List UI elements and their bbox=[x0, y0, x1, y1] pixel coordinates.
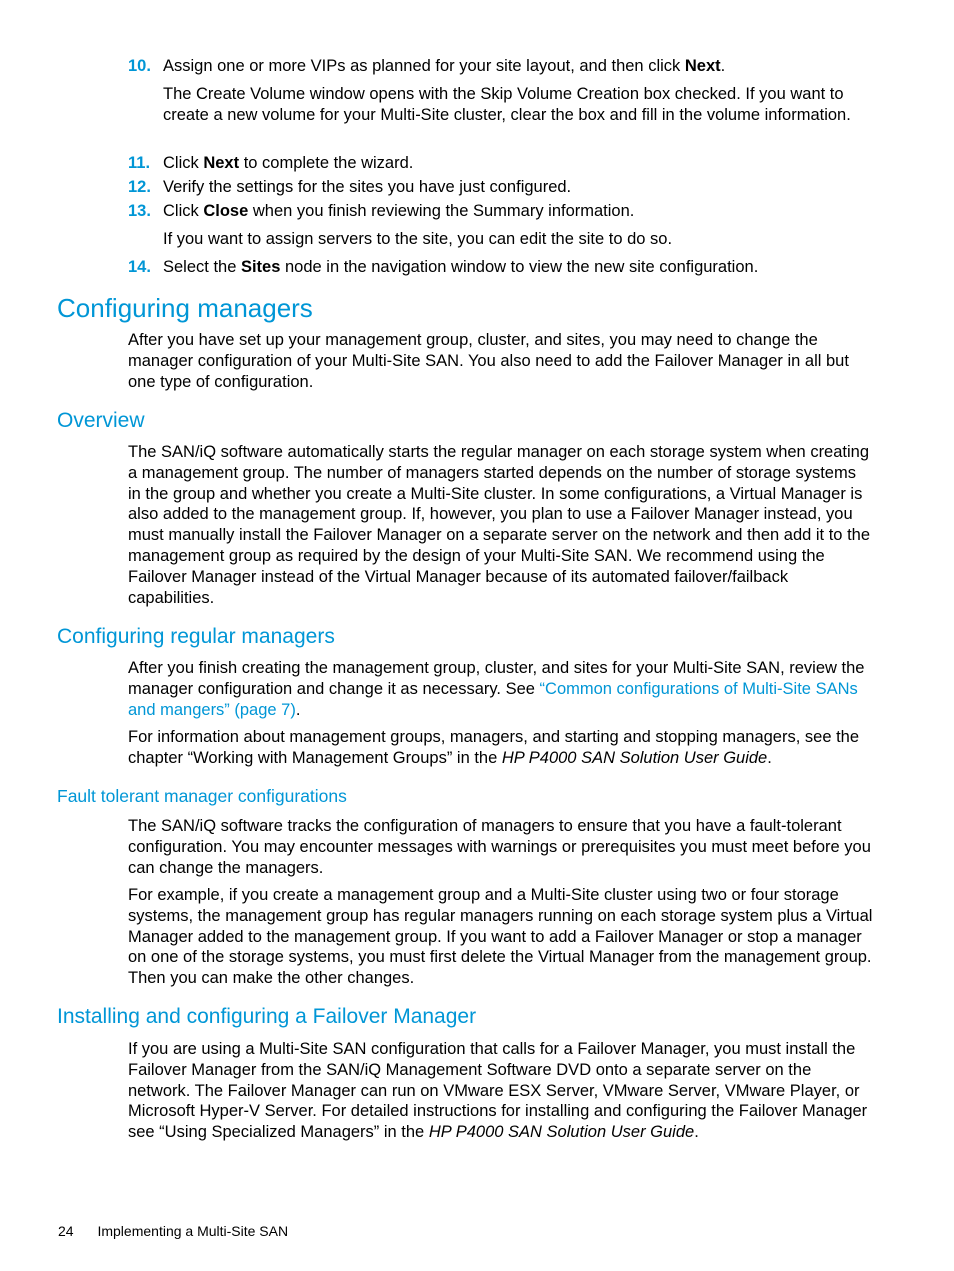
step-text-end: . bbox=[720, 57, 726, 75]
regular-managers-body-1: After you finish creating the management… bbox=[128, 658, 873, 720]
heading-configuring-managers: Configuring managers bbox=[57, 293, 313, 323]
configuring-managers-body: After you have set up your management gr… bbox=[128, 331, 849, 391]
step-text-end: to complete the wizard. bbox=[239, 154, 414, 172]
step-bold: Next bbox=[203, 154, 240, 172]
page-number: 24 bbox=[58, 1223, 74, 1239]
heading-configuring-regular-managers: Configuring regular managers bbox=[57, 625, 335, 648]
overview-body: The SAN/iQ software automatically starts… bbox=[128, 443, 871, 607]
heading-overview: Overview bbox=[57, 409, 145, 432]
step-text-end: when you finish reviewing the Summary in… bbox=[248, 202, 635, 220]
step-13: 13. Click Close when you finish reviewin… bbox=[128, 201, 868, 222]
step-text: Click bbox=[163, 154, 204, 172]
step-bold: Next bbox=[684, 57, 721, 75]
heading-installing-failover-manager: Installing and configuring a Failover Ma… bbox=[57, 1005, 477, 1028]
guide-title: HP P4000 SAN Solution User Guide bbox=[428, 1123, 695, 1142]
step-10-note: The Create Volume window opens with the … bbox=[163, 85, 851, 124]
body-text-end: . bbox=[295, 700, 301, 719]
step-text: Verify the settings for the sites you ha… bbox=[163, 178, 572, 196]
step-number: 10. bbox=[128, 57, 151, 75]
step-number: 14. bbox=[128, 258, 151, 276]
step-bold: Sites bbox=[240, 258, 281, 276]
step-text: Click bbox=[163, 202, 204, 220]
step-number: 12. bbox=[128, 178, 151, 196]
step-13-note: If you want to assign servers to the sit… bbox=[163, 230, 673, 248]
body-text-end: . bbox=[694, 1123, 699, 1142]
step-10: 10. Assign one or more VIPs as planned f… bbox=[128, 56, 868, 77]
fault-tolerant-body-1: The SAN/iQ software tracks the configura… bbox=[128, 817, 871, 877]
document-page: 10. Assign one or more VIPs as planned f… bbox=[0, 0, 954, 1271]
regular-managers-body-2: For information about management groups,… bbox=[128, 727, 873, 769]
heading-fault-tolerant: Fault tolerant manager configurations bbox=[57, 786, 347, 806]
fault-tolerant-body-2: For example, if you create a management … bbox=[128, 886, 873, 988]
failover-body: If you are using a Multi-Site SAN config… bbox=[128, 1039, 873, 1143]
step-text: Select the bbox=[163, 258, 241, 276]
guide-title: HP P4000 SAN Solution User Guide bbox=[501, 748, 768, 767]
step-text: Assign one or more VIPs as planned for y… bbox=[163, 57, 685, 75]
step-bold: Close bbox=[203, 202, 249, 220]
step-number: 11. bbox=[128, 154, 151, 172]
chapter-title: Implementing a Multi-Site SAN bbox=[97, 1223, 289, 1239]
step-14: 14. Select the Sites node in the navigat… bbox=[128, 257, 868, 278]
step-11: 11. Click Next to complete the wizard. bbox=[128, 153, 868, 174]
step-12: 12. Verify the settings for the sites yo… bbox=[128, 177, 868, 198]
page-footer: 24 Implementing a Multi-Site SAN bbox=[58, 1223, 288, 1239]
step-text-end: node in the navigation window to view th… bbox=[280, 258, 759, 276]
body-text-end: . bbox=[767, 748, 772, 767]
step-number: 13. bbox=[128, 202, 151, 220]
